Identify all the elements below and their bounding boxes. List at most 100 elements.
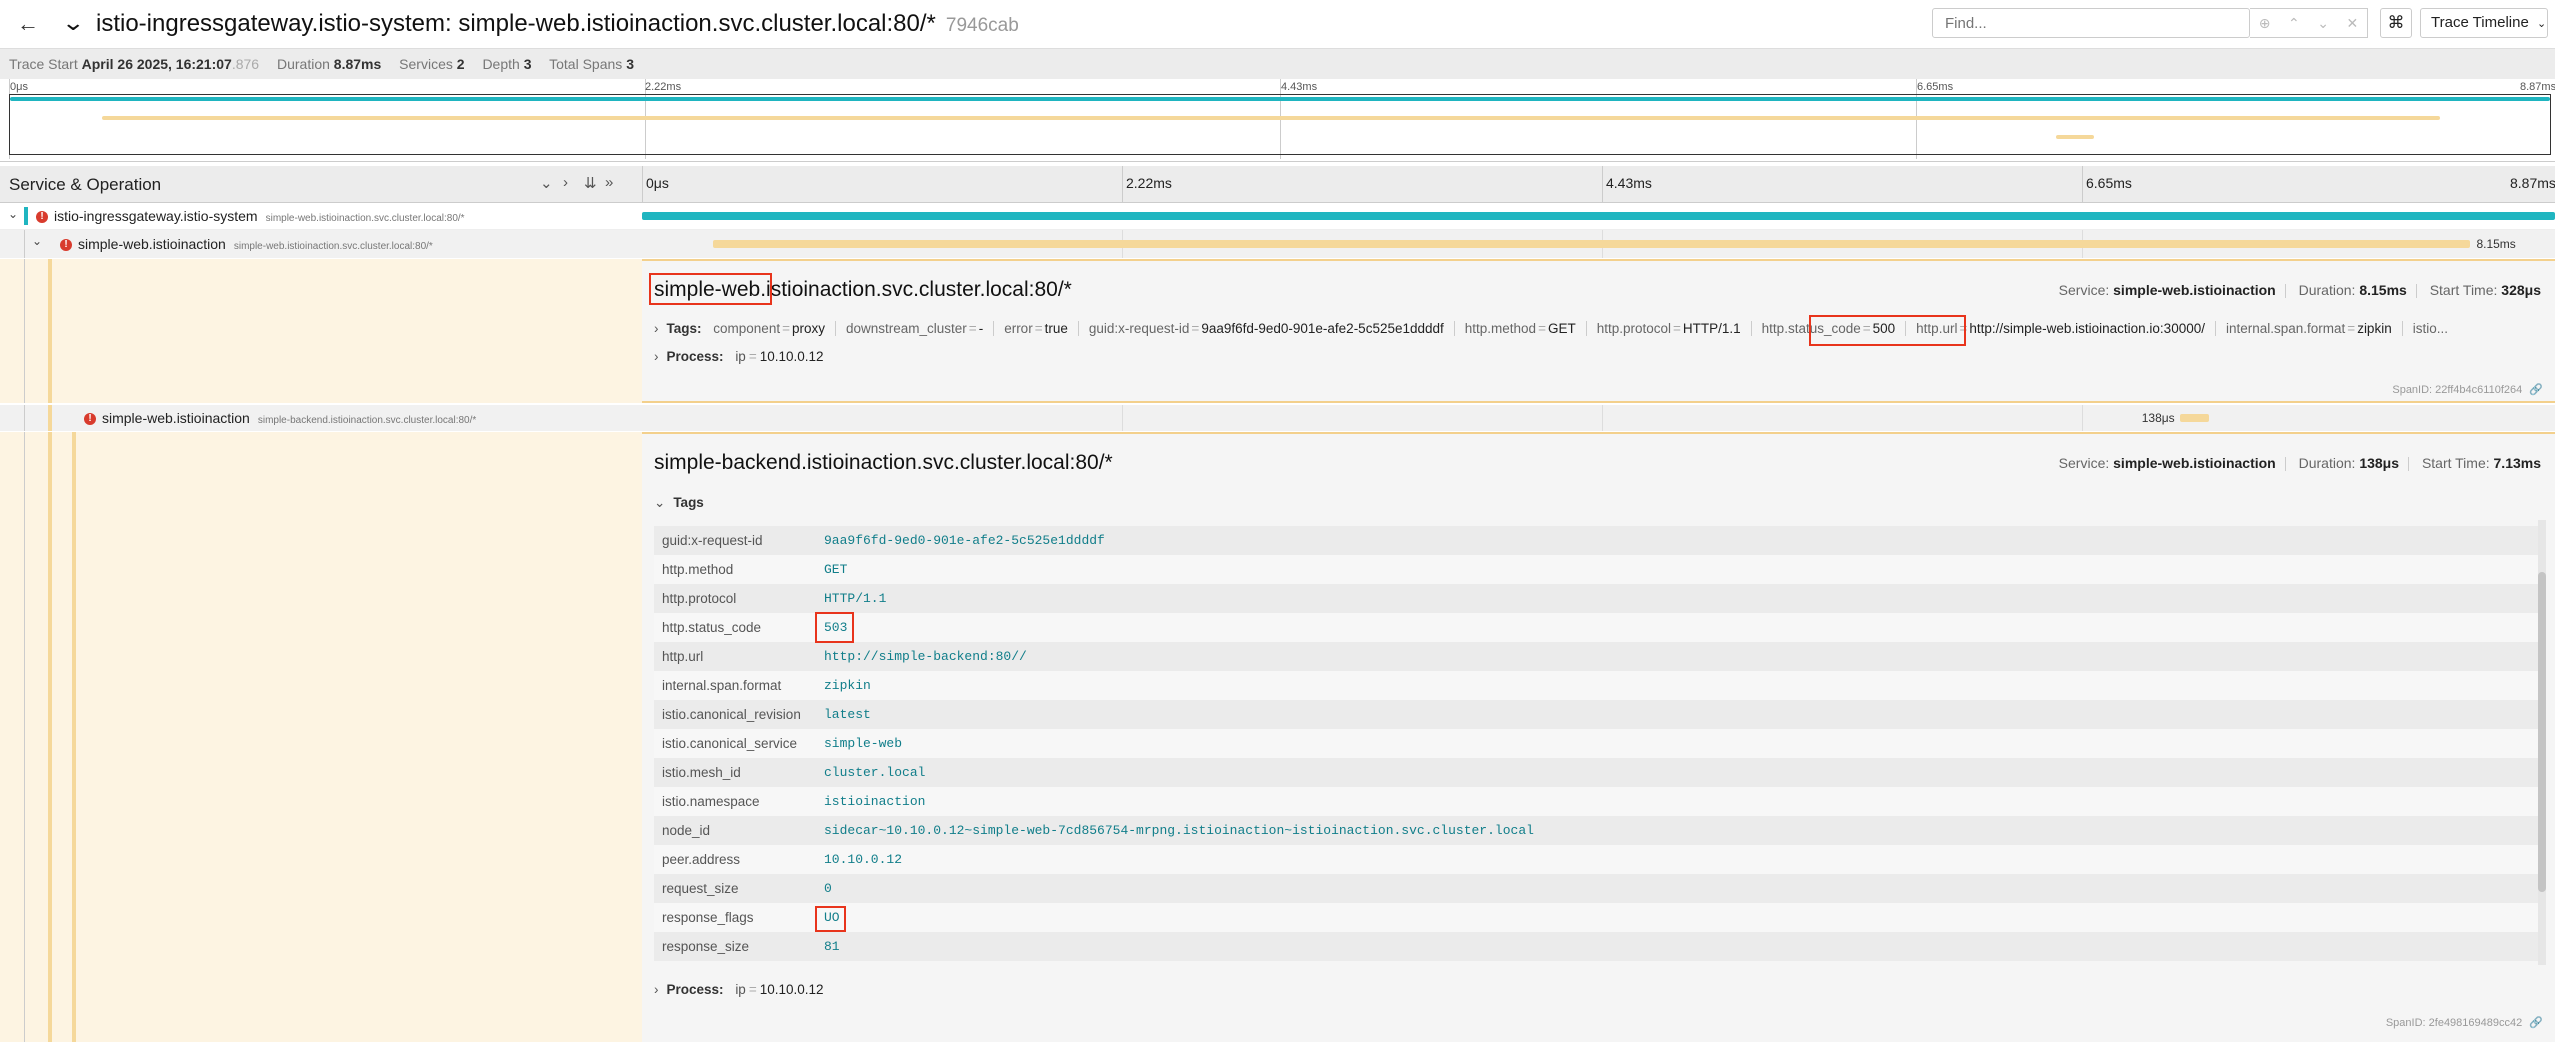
keyboard-shortcuts-button[interactable]: ⌘	[2380, 8, 2412, 38]
tree-guide	[48, 432, 52, 1042]
minimap-tick-label: 4.43ms	[1281, 81, 1318, 93]
span-detail-panel: simple-web.istioinaction.svc.cluster.loc…	[642, 259, 2555, 403]
tag-key: http.protocol	[1596, 321, 1672, 336]
tag-item: guid:x-request-id = 9aa9f6fd-9ed0-901e-afe…	[1088, 321, 1455, 336]
trace-name: istio-ingressgateway.istio-system: simpl…	[96, 10, 936, 37]
trace-header: ← ⌄ istio-ingressgateway.istio-system: s…	[0, 0, 2555, 49]
tag-key: node_id	[662, 823, 711, 838]
close-icon[interactable]: ✕	[2347, 15, 2359, 32]
link-icon: 🔗	[2529, 1017, 2543, 1029]
tag-value: -	[978, 321, 984, 336]
chevron-down-icon[interactable]: ⌄	[32, 234, 42, 248]
duration-label: Duration	[276, 56, 330, 72]
tag-value: 9aa9f6fd-9ed0-901e-afe2-5c525e1ddddf	[824, 533, 1105, 548]
process-summary[interactable]: › Process: ip = 10.10.0.12	[654, 982, 824, 997]
trace-minimap[interactable]: 0μs 2.22ms 4.43ms 6.65ms 8.87ms	[0, 79, 2555, 162]
span-row[interactable]: ! simple-web.istioinaction simple-backend.…	[0, 405, 2555, 431]
span-name-cell[interactable]: ⌄ ! istio-ingressgateway.istio-system simp…	[0, 203, 640, 229]
locate-icon[interactable]: ⊕	[2259, 15, 2271, 32]
chevron-down-icon[interactable]: ⌄	[2317, 15, 2329, 32]
tag-value: simple-web	[824, 736, 903, 751]
tag-key: http.url	[662, 649, 704, 664]
service-name: simple-web.istioinaction	[102, 410, 250, 426]
tag-value: GET	[1547, 321, 1576, 336]
tags-scrollbar[interactable]	[2538, 520, 2546, 965]
operation-name: simple-backend.istioinaction.svc.cluster…	[257, 415, 477, 426]
tag-value: 10.10.0.12	[824, 852, 903, 867]
chevron-down-icon[interactable]: ⌄	[8, 207, 18, 221]
collapse-chevron-icon[interactable]: ⌄	[61, 10, 85, 36]
tag-value: http://simple-backend:80//	[824, 649, 1027, 664]
expand-all-icon[interactable]: »	[605, 174, 613, 191]
tag-row: http.protocol HTTP/1.1	[654, 584, 2542, 613]
tag-row: internal.span.format zipkin	[654, 671, 2542, 700]
tags-toggle[interactable]: ⌄ Tags	[654, 495, 704, 511]
collapse-all-icon[interactable]: ⇊	[584, 174, 597, 192]
tag-key: peer.address	[662, 852, 741, 867]
start-time-label: Start Time:	[2421, 455, 2490, 471]
tag-value: cluster.local	[824, 765, 926, 780]
tag-row: http.method GET	[654, 555, 2542, 584]
timeline-tick-label: 6.65ms	[2086, 175, 2132, 191]
span-detail-meta: Service: simple-web.istioinaction Durati…	[2059, 455, 2541, 472]
process-summary[interactable]: › Process: ip = 10.10.0.12	[654, 349, 824, 364]
minimap-viewport[interactable]	[9, 94, 2551, 155]
tags-label: Tags:	[666, 321, 702, 336]
tag-row: node_id sidecar~10.10.0.12~simple-web-7cd…	[654, 816, 2542, 845]
chevron-right-icon: ›	[654, 349, 659, 364]
span-row[interactable]: ⌄ ! istio-ingressgateway.istio-system simp…	[0, 203, 2555, 230]
tag-key: istio.mesh_id	[662, 765, 741, 780]
service-operation-label: Service & Operation	[9, 175, 162, 194]
tags-table: guid:x-request-id 9aa9f6fd-9ed0-901e-afe2…	[654, 526, 2542, 961]
span-name-cell[interactable]: ! simple-web.istioinaction simple-backend.…	[0, 405, 640, 431]
tag-key: component	[713, 321, 781, 336]
tag-row: http.status_code 503	[654, 613, 2542, 642]
expand-one-icon[interactable]: ›	[563, 174, 568, 191]
span-bar[interactable]	[642, 212, 2555, 220]
process-label: Process:	[666, 982, 724, 997]
trace-title[interactable]: istio-ingressgateway.istio-system: simpl…	[96, 10, 1019, 38]
tag-row: request_size 0	[654, 874, 2542, 903]
span-label: ! simple-web.istioinaction simple-web.isti…	[60, 236, 433, 252]
span-id[interactable]: SpanID: 22ff4b4c6110f264 🔗	[2392, 383, 2543, 396]
tag-item: http.method = GET	[1464, 321, 1587, 336]
span-bar[interactable]	[2179, 414, 2210, 422]
timeline-tick-label: 0μs	[646, 175, 669, 191]
back-button[interactable]: ←	[14, 10, 42, 38]
minimap-tick-label: 2.22ms	[645, 81, 682, 93]
tag-value: 9aa9f6fd-9ed0-901e-afe2-5c525e1ddddf	[1201, 321, 1444, 336]
timeline-tick	[642, 166, 643, 202]
span-detail-meta: Service: simple-web.istioinaction Durati…	[2059, 282, 2541, 299]
tag-row: istio.mesh_id cluster.local	[654, 758, 2542, 787]
detail-indent-area	[0, 432, 642, 1042]
find-input[interactable]	[1932, 8, 2250, 38]
view-type-select[interactable]: Trace Timeline ⌄	[2420, 8, 2548, 38]
span-id[interactable]: SpanID: 2fe498169489cc42 🔗	[2386, 1016, 2543, 1029]
grid-line	[1602, 405, 1603, 431]
tag-value: zipkin	[2357, 321, 2392, 336]
tag-value: 0	[824, 881, 832, 896]
timeline-tick-label: 8.87ms	[2510, 175, 2555, 191]
span-row[interactable]: ⌄ ! simple-web.istioinaction simple-web.is…	[0, 230, 2555, 258]
tree-guide	[48, 259, 52, 403]
tags-summary[interactable]: › Tags: component = proxy downstream_cluster…	[654, 321, 2468, 336]
process-value: 10.10.0.12	[759, 982, 824, 997]
tag-row: peer.address 10.10.0.12	[654, 845, 2542, 874]
error-icon: !	[84, 413, 96, 426]
detail-indent-area	[0, 259, 642, 403]
scrollbar-thumb[interactable]	[2538, 572, 2546, 892]
tag-value: GET	[824, 562, 848, 577]
start-time-label: Start Time:	[2429, 282, 2498, 298]
chevron-up-icon[interactable]: ⌃	[2288, 15, 2300, 32]
tag-item: downstream_cluster = -	[845, 321, 995, 336]
tags-label: Tags	[673, 495, 704, 510]
process-key: ip	[735, 982, 746, 997]
tag-key: internal.span.format	[662, 678, 782, 693]
tag-key: http.method	[1464, 321, 1537, 336]
span-bar[interactable]	[712, 240, 2471, 248]
span-detail-title: simple-backend.istioinaction.svc.cluster…	[654, 451, 1113, 474]
duration-label: Duration:	[2298, 282, 2356, 298]
tag-key: request_size	[662, 881, 739, 896]
span-name-cell[interactable]: ⌄ ! simple-web.istioinaction simple-web.is…	[0, 230, 640, 258]
collapse-one-icon[interactable]: ⌄	[540, 174, 553, 192]
